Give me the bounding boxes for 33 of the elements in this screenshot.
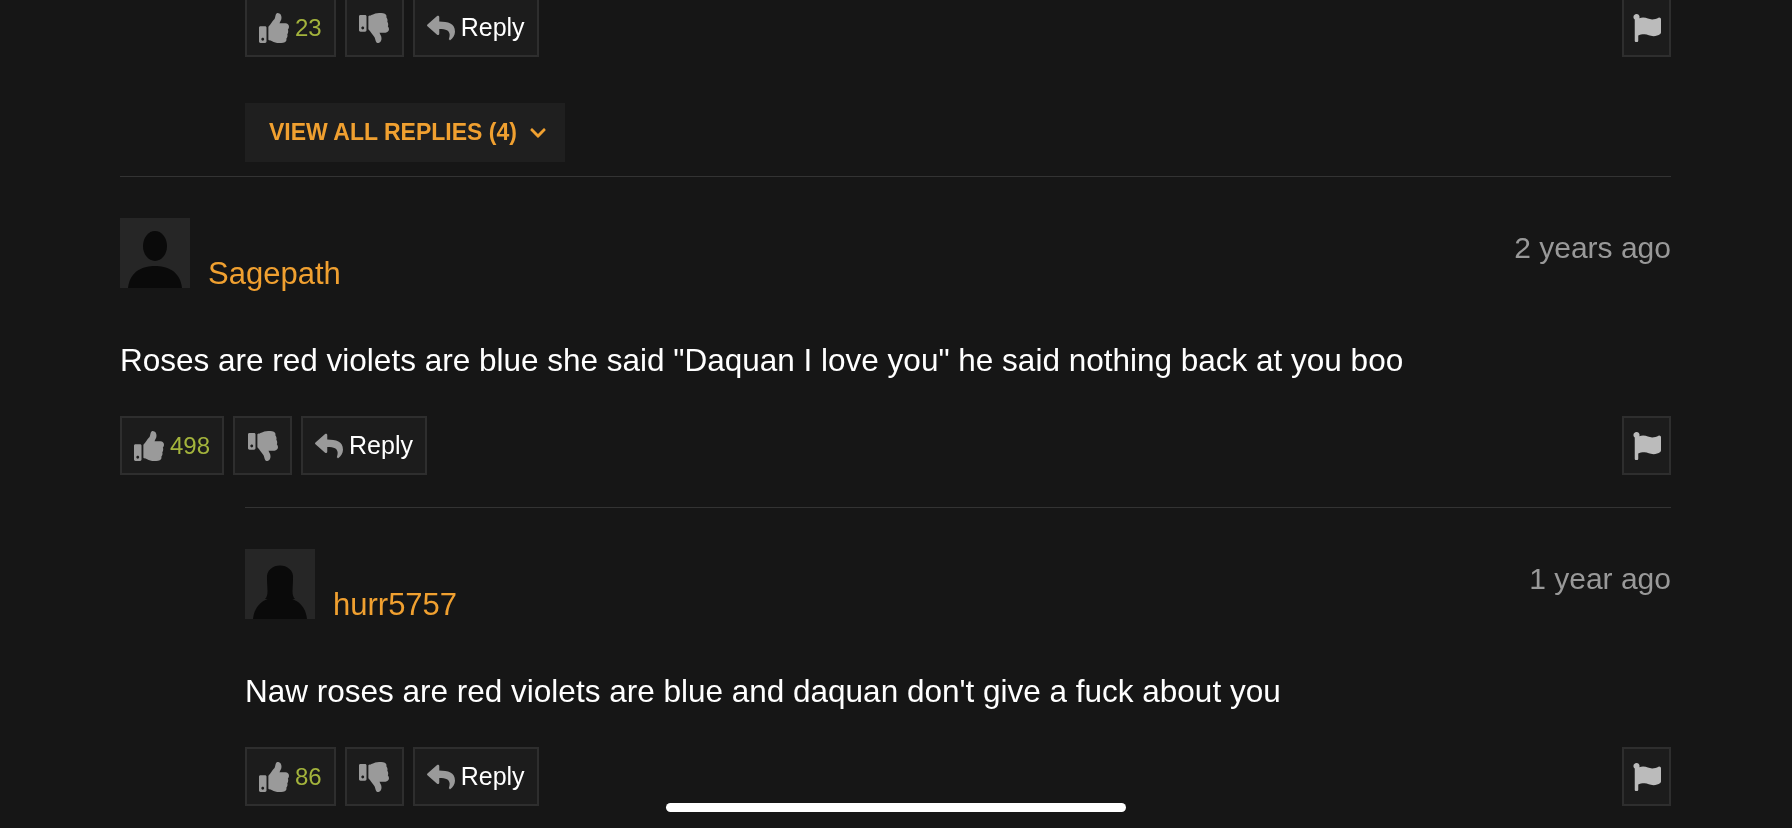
timestamp: 2 years ago	[1514, 231, 1671, 266]
reply-icon	[426, 13, 455, 42]
timestamp: 1 year ago	[1529, 562, 1671, 597]
dislike-button[interactable]	[344, 747, 404, 806]
avatar-icon	[245, 549, 315, 619]
flag-button[interactable]	[1622, 747, 1671, 806]
thumbs-down-icon	[359, 12, 390, 43]
like-button[interactable]: 23	[245, 0, 336, 57]
username[interactable]: Sagepath	[208, 256, 341, 292]
reply-icon	[426, 762, 455, 791]
dislike-button[interactable]	[344, 0, 404, 57]
reply-button[interactable]: Reply	[412, 0, 539, 57]
reply-button[interactable]: Reply	[301, 416, 427, 475]
thumbs-down-icon	[247, 430, 278, 461]
comment-text: Roses are red violets are blue she said "Daquan I love you" he said nothing back at you boo	[120, 342, 1405, 378]
thumbs-up-icon	[259, 12, 289, 43]
like-button[interactable]: 498	[120, 416, 225, 475]
reply-icon	[315, 431, 344, 460]
dislike-button[interactable]	[233, 416, 293, 475]
flag-icon	[1632, 13, 1661, 42]
reply-button[interactable]: Reply	[412, 747, 539, 806]
flag-icon	[1632, 762, 1661, 791]
flag-icon	[1632, 431, 1661, 460]
thumbs-up-icon	[134, 430, 164, 461]
username[interactable]: hurr5757	[333, 587, 458, 623]
thumbs-up-icon	[259, 761, 289, 792]
view-all-replies-button[interactable]: VIEW ALL REPLIES (4)	[245, 103, 565, 162]
avatar-icon	[120, 218, 190, 288]
thumbs-down-icon	[359, 761, 390, 792]
flag-button[interactable]	[1622, 416, 1671, 475]
flag-button[interactable]	[1622, 0, 1671, 57]
comment-text: Naw roses are red violets are blue and daquan don't give a fuck about you	[245, 673, 1282, 709]
like-button[interactable]: 86	[245, 747, 336, 806]
